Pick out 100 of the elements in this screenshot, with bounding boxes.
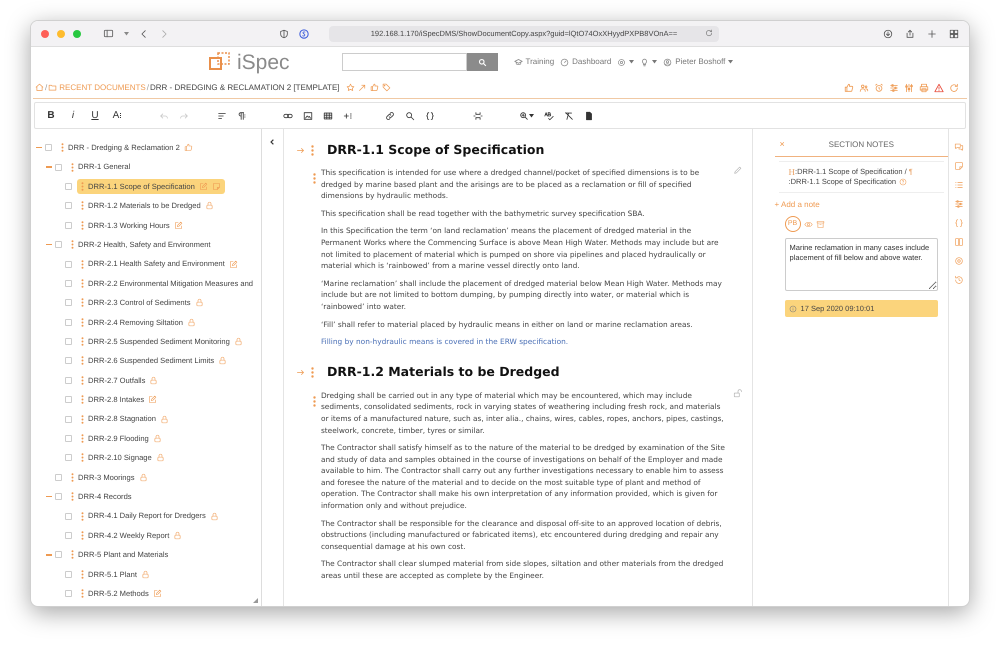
pencil-icon[interactable] (732, 165, 743, 175)
drag-handle-icon[interactable] (81, 356, 84, 366)
padlock-icon[interactable] (173, 531, 182, 540)
collapse-panel-icon[interactable] (268, 138, 276, 146)
checkbox[interactable] (65, 318, 72, 326)
italic-button[interactable]: i (67, 108, 79, 122)
padlock-icon[interactable] (186, 318, 196, 327)
open-padlock-icon[interactable] (732, 388, 743, 398)
padlock-icon[interactable] (160, 414, 169, 424)
drag-handle-icon[interactable] (312, 173, 316, 184)
drag-handle-icon[interactable] (81, 298, 84, 308)
padlock-icon[interactable] (194, 298, 204, 308)
checkbox[interactable] (65, 280, 72, 287)
circle-icon[interactable] (954, 256, 964, 266)
checkbox[interactable] (65, 376, 72, 384)
star-icon[interactable] (346, 83, 355, 92)
drag-handle-icon[interactable] (81, 260, 84, 269)
filter-sliders-icon[interactable] (904, 82, 914, 92)
nav-link[interactable]: Dashboard (572, 56, 612, 68)
drag-handle-icon[interactable] (81, 434, 84, 444)
edit-icon[interactable] (198, 182, 208, 191)
thumbs-up-icon[interactable] (184, 143, 193, 152)
padlock-icon[interactable] (140, 570, 150, 579)
close-window-button[interactable] (41, 30, 49, 38)
drag-handle-icon[interactable] (71, 162, 74, 172)
drag-handle-icon[interactable] (310, 367, 314, 378)
bold-button[interactable]: B (45, 108, 57, 122)
drag-handle-icon[interactable] (81, 201, 84, 210)
thumbs-up-icon[interactable] (844, 82, 854, 92)
archive-icon[interactable] (816, 220, 825, 228)
maximize-window-button[interactable] (73, 30, 81, 38)
clear-format-icon[interactable] (564, 110, 574, 120)
dropdown-menu-button[interactable] (640, 58, 658, 66)
drag-handle-icon[interactable] (71, 492, 74, 502)
drag-handle-icon[interactable] (312, 396, 316, 407)
drag-handle-icon[interactable] (81, 589, 84, 598)
padlock-icon[interactable] (156, 453, 165, 462)
note-icon[interactable] (954, 161, 964, 171)
drag-handle-icon[interactable] (81, 512, 84, 521)
sliders-icon[interactable] (889, 82, 899, 92)
checkbox[interactable] (65, 435, 72, 442)
warning-icon[interactable] (934, 82, 944, 92)
checkbox[interactable] (65, 590, 72, 598)
tabs-icon[interactable] (949, 28, 959, 38)
eye-icon[interactable] (804, 220, 813, 228)
checkbox[interactable] (65, 416, 72, 423)
help-icon[interactable] (899, 178, 908, 186)
braces-icon[interactable] (425, 110, 435, 120)
padlock-icon[interactable] (218, 356, 228, 366)
padlock-icon[interactable] (149, 376, 158, 385)
underline-button[interactable]: U (89, 108, 101, 122)
dropdown-menu-button[interactable] (617, 58, 634, 66)
home-icon[interactable] (35, 83, 44, 92)
drag-handle-icon[interactable] (81, 182, 84, 191)
drag-handle-icon[interactable] (61, 143, 64, 152)
checkbox[interactable] (65, 299, 72, 306)
checkbox[interactable] (65, 357, 72, 364)
table-icon[interactable] (323, 110, 333, 120)
drag-handle-icon[interactable] (81, 337, 84, 346)
nav-link[interactable]: Pieter Boshoff (675, 56, 726, 68)
drag-handle-icon[interactable] (81, 278, 84, 288)
plus-icon[interactable] (927, 28, 937, 38)
checkbox[interactable] (55, 241, 62, 248)
image-icon[interactable] (303, 110, 313, 120)
search-field[interactable] (342, 53, 467, 71)
checkbox[interactable] (45, 144, 52, 152)
checkbox[interactable] (65, 570, 72, 578)
document-icon[interactable] (584, 110, 594, 120)
checkbox[interactable] (65, 532, 72, 539)
checkbox[interactable] (65, 338, 72, 346)
drag-handle-icon[interactable] (71, 472, 74, 482)
drag-handle-icon[interactable] (71, 550, 74, 560)
note-icon[interactable] (212, 182, 221, 191)
checkbox[interactable] (55, 493, 62, 500)
sidebar-icon[interactable] (103, 28, 114, 39)
drag-handle-icon[interactable] (81, 570, 84, 579)
checkbox[interactable] (65, 396, 72, 404)
download-icon[interactable] (883, 28, 893, 38)
align-icon[interactable] (217, 110, 227, 120)
drag-handle-icon[interactable] (81, 220, 84, 230)
padlock-icon[interactable] (234, 337, 243, 346)
refresh-icon[interactable] (949, 82, 959, 92)
checkbox[interactable] (65, 454, 72, 462)
checkbox[interactable] (55, 474, 62, 481)
drag-handle-icon[interactable] (71, 240, 74, 250)
padlock-icon[interactable] (204, 201, 214, 210)
checkbox[interactable] (65, 512, 72, 520)
search-icon[interactable] (405, 110, 415, 120)
checkbox[interactable] (65, 260, 72, 268)
thumbs-up-icon[interactable] (370, 83, 379, 92)
list-icon[interactable] (954, 180, 964, 190)
checkbox[interactable] (65, 182, 72, 190)
zoom-icon[interactable] (519, 110, 529, 120)
chain-link-icon[interactable] (385, 110, 395, 120)
share-icon[interactable] (905, 28, 915, 38)
drag-handle-icon[interactable] (310, 144, 314, 156)
printer-icon[interactable] (919, 82, 929, 92)
checkbox[interactable] (65, 222, 72, 229)
resize-grip-icon[interactable] (253, 598, 258, 603)
font-size-button[interactable]: A (111, 108, 123, 122)
